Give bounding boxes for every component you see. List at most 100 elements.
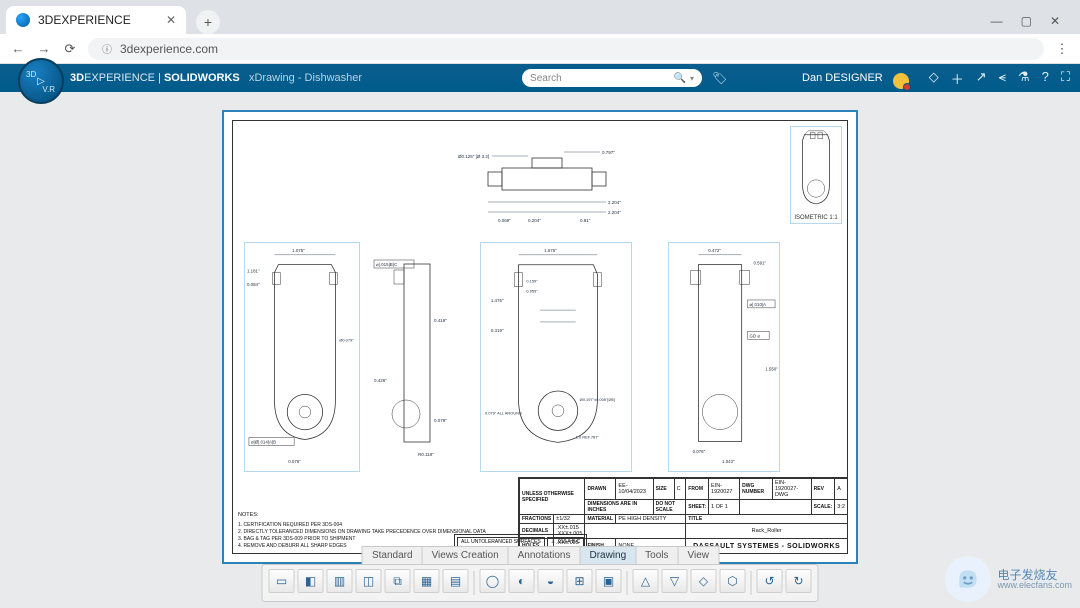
tool-button-9[interactable]: ◐ — [509, 569, 535, 593]
cmd-tab-standard[interactable]: Standard — [362, 546, 423, 564]
network-icon[interactable]: ⪪ — [999, 69, 1006, 88]
command-tabs: StandardViews CreationAnnotationsDrawing… — [362, 546, 718, 564]
cmd-tab-views-creation[interactable]: Views Creation — [422, 546, 509, 564]
window-maximize-icon[interactable]: ▢ — [1021, 14, 1032, 28]
svg-text:Ø0.079": Ø0.079" — [339, 337, 354, 342]
view-section[interactable]: 1.575" 1.476" 0.319" 0.959" 0.159" 0.079… — [480, 242, 632, 472]
fullscreen-icon[interactable]: ⛶ — [1061, 69, 1070, 88]
svg-text:0.084": 0.084" — [247, 282, 260, 287]
cmd-tab-annotations[interactable]: Annotations — [508, 546, 581, 564]
tool-button-20[interactable]: ↻ — [786, 569, 812, 593]
view-front-left[interactable]: 1.075" 1.181" 0.084" Ø0.079" ⌀|Ø|.014|A|… — [244, 242, 360, 472]
view-right[interactable]: 0.472" 0.591" ⌀|.010|A GD ⌀ 1.550" 0.076… — [668, 242, 780, 472]
svg-text:0.81": 0.81" — [580, 218, 591, 223]
notification-icon[interactable]: ◇ — [929, 69, 939, 88]
svg-text:⌀|Ø|.014|A|B: ⌀|Ø|.014|A|B — [251, 439, 276, 444]
svg-text:0.319": 0.319" — [491, 328, 504, 333]
new-tab-button[interactable]: + — [196, 10, 220, 34]
share-icon[interactable]: ↗ — [976, 69, 987, 88]
svg-text:0.472": 0.472" — [708, 248, 721, 253]
svg-text:2.204": 2.204" — [608, 200, 621, 205]
tool-button-3[interactable]: ◫ — [356, 569, 382, 593]
separator — [474, 571, 475, 595]
cmd-tab-view[interactable]: View — [678, 546, 720, 564]
close-icon[interactable]: ✕ — [166, 13, 176, 27]
svg-text:0.159": 0.159" — [526, 278, 538, 283]
tool-button-12[interactable]: ▣ — [596, 569, 622, 593]
cmd-tab-drawing[interactable]: Drawing — [579, 546, 636, 564]
svg-text:Ø0.197"±0.005"[Ø5]: Ø0.197"±0.005"[Ø5] — [580, 397, 615, 402]
separator — [751, 571, 752, 595]
help-icon[interactable]: ? — [1042, 69, 1049, 88]
chevron-down-icon: ▾ — [690, 74, 694, 83]
url-text: 3dexperience.com — [120, 42, 218, 56]
svg-text:⌀|.010|A: ⌀|.010|A — [750, 302, 767, 307]
tool-button-2[interactable]: ▥ — [327, 569, 353, 593]
nav-forward-icon[interactable]: → — [36, 41, 52, 56]
add-icon[interactable]: ＋ — [951, 69, 964, 88]
svg-text:0.797": 0.797" — [602, 150, 615, 155]
tool-button-14[interactable]: △ — [633, 569, 659, 593]
view-side[interactable]: ⌀|.015|B|C 0.426" R0.118" 0.079" 0.419" — [370, 242, 458, 472]
watermark: 电子发烧友 www.elecfans.com — [945, 556, 1072, 602]
view-isometric[interactable]: ISOMETRIC 1:1 — [790, 126, 842, 224]
tool-button-0[interactable]: ▭ — [269, 569, 295, 593]
svg-text:0.959": 0.959" — [526, 288, 538, 293]
nav-reload-icon[interactable]: ⟳ — [62, 41, 78, 57]
tool-button-1[interactable]: ◧ — [298, 569, 324, 593]
browser-addressbar: ← → ⟳ ⓘ 3dexperience.com ⋮ — [0, 34, 1080, 64]
svg-text:1.0 REF.787": 1.0 REF.787" — [576, 434, 600, 439]
compass-button[interactable]: 3D ▷ V.R — [18, 58, 64, 104]
iso-label: ISOMETRIC 1:1 — [791, 215, 841, 221]
title-block: UNLESS OTHERWISESPECIFIED DRAWNEE-10/04/… — [518, 477, 848, 554]
svg-text:Ø0.125" [Ø 3.2]: Ø0.125" [Ø 3.2] — [458, 154, 489, 159]
tab-favicon — [16, 13, 30, 27]
search-input[interactable]: Search 🔍 ▾ — [522, 69, 702, 87]
tool-button-8[interactable]: ◯ — [480, 569, 506, 593]
browser-tab[interactable]: 3DEXPERIENCE ✕ — [6, 6, 186, 34]
tool-button-10[interactable]: ◒ — [538, 569, 564, 593]
browser-tabbar: 3DEXPERIENCE ✕ + — ▢ ✕ — [0, 0, 1080, 34]
window-minimize-icon[interactable]: — — [991, 14, 1003, 28]
tool-button-11[interactable]: ⊞ — [567, 569, 593, 593]
svg-text:0.419": 0.419" — [434, 318, 447, 323]
address-field[interactable]: ⓘ 3dexperience.com — [88, 38, 1044, 60]
separator — [627, 571, 628, 595]
svg-text:0.079" ALL AROUND: 0.079" ALL AROUND — [485, 411, 522, 416]
view-top[interactable]: 0.797" Ø0.125" [Ø 3.2] 2.204" 2.204" 0.8… — [432, 132, 644, 228]
watermark-title: 电子发烧友 — [997, 569, 1072, 581]
tool-button-16[interactable]: ◇ — [691, 569, 717, 593]
window-close-icon[interactable]: ✕ — [1050, 14, 1060, 28]
tag-icon[interactable]: 🏷 — [712, 71, 727, 85]
tool-button-5[interactable]: ▦ — [414, 569, 440, 593]
svg-text:1.550": 1.550" — [765, 367, 778, 372]
watermark-icon — [945, 556, 991, 602]
drawing-sheet[interactable]: ISOMETRIC 1:1 0.797" Ø0.125" [Ø 3.2] 2.2… — [222, 110, 858, 564]
avatar[interactable] — [893, 73, 909, 89]
tool-button-15[interactable]: ▽ — [662, 569, 688, 593]
nav-back-icon[interactable]: ← — [10, 41, 26, 56]
svg-text:0.591": 0.591" — [753, 261, 766, 266]
svg-text:0.079": 0.079" — [434, 418, 447, 423]
browser-menu-icon[interactable]: ⋮ — [1054, 41, 1070, 57]
drawing-notes: NOTES: 1. CERTIFICATION REQUIRED PER 3DS… — [238, 512, 486, 550]
svg-text:0.426": 0.426" — [374, 378, 387, 383]
flask-icon[interactable]: ⚗ — [1018, 69, 1030, 88]
search-icon: 🔍 — [674, 73, 686, 84]
workspace[interactable]: ISOMETRIC 1:1 0.797" Ø0.125" [Ø 3.2] 2.2… — [0, 92, 1080, 608]
user-name[interactable]: Dan DESIGNER — [802, 72, 883, 84]
svg-text:1.476": 1.476" — [491, 298, 504, 303]
svg-text:0.076": 0.076" — [288, 459, 301, 464]
cmd-tab-tools[interactable]: Tools — [635, 546, 678, 564]
command-tool-row: ▭◧▥◫⧉▦▤ ◯◐◒⊞▣ △▽◇⬡ ↺↻ — [262, 564, 819, 602]
svg-text:R0.118": R0.118" — [418, 452, 434, 457]
tool-button-4[interactable]: ⧉ — [385, 569, 411, 593]
lock-icon: ⓘ — [102, 41, 112, 56]
tool-button-6[interactable]: ▤ — [443, 569, 469, 593]
svg-text:GD ⌀: GD ⌀ — [750, 333, 761, 338]
svg-text:0.076": 0.076" — [693, 449, 706, 454]
tool-button-19[interactable]: ↺ — [757, 569, 783, 593]
svg-text:1.075": 1.075" — [292, 248, 305, 253]
tool-button-17[interactable]: ⬡ — [720, 569, 746, 593]
svg-text:2.204": 2.204" — [608, 210, 621, 215]
